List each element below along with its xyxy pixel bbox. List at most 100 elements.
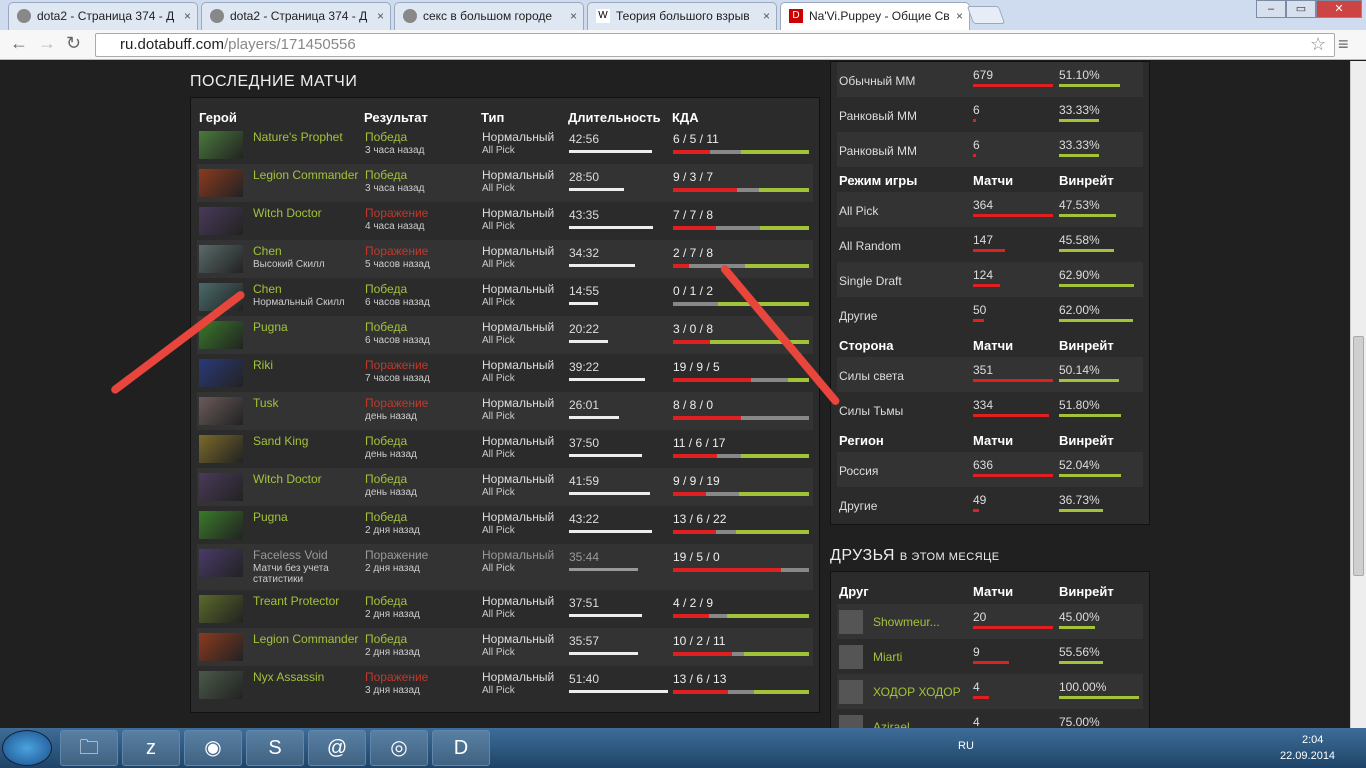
- friend-row[interactable]: Azirael 4 75.00%: [837, 709, 1143, 728]
- hero-portrait-icon[interactable]: [199, 671, 243, 699]
- bookmark-star-icon[interactable]: ☆: [1310, 34, 1326, 55]
- hero-name[interactable]: Treant Protector: [253, 594, 339, 608]
- hero-portrait-icon[interactable]: [199, 207, 243, 235]
- friend-avatar[interactable]: [839, 680, 863, 704]
- hero-name[interactable]: Witch Doctor: [253, 206, 322, 220]
- hero-name[interactable]: Legion Commander: [253, 168, 358, 182]
- skype-icon[interactable]: S: [246, 730, 304, 766]
- hero-portrait-icon[interactable]: [199, 131, 243, 159]
- table-row[interactable]: Faceless Void Матчи без учета статистики П…: [197, 544, 813, 590]
- match-result[interactable]: Поражение: [365, 358, 428, 372]
- clock-time[interactable]: 2:04: [1302, 734, 1323, 746]
- friend-row[interactable]: Miarti 9 55.56%: [837, 639, 1143, 674]
- lang-indicator[interactable]: RU: [958, 740, 974, 752]
- match-result[interactable]: Победа: [365, 510, 407, 524]
- hero-name[interactable]: Tusk: [253, 396, 279, 410]
- hero-name[interactable]: Pugna: [253, 510, 288, 524]
- friend-avatar[interactable]: [839, 610, 863, 634]
- match-result[interactable]: Поражение: [365, 670, 428, 684]
- back-icon[interactable]: ←: [10, 33, 28, 54]
- table-row[interactable]: Chen Нормальный Скилл Победа 6 часов назад Н…: [197, 278, 813, 316]
- hero-portrait-icon[interactable]: [199, 435, 243, 463]
- table-row[interactable]: Chen Высокий Скилл Поражение 5 часов назад Н…: [197, 240, 813, 278]
- table-row[interactable]: Tusk Поражение день назад Нормальный All Pic…: [197, 392, 813, 430]
- explorer-icon[interactable]: 🗀: [60, 730, 118, 766]
- hero-portrait-icon[interactable]: [199, 473, 243, 501]
- match-result[interactable]: Поражение: [365, 206, 428, 220]
- match-result[interactable]: Победа: [365, 282, 407, 296]
- table-row[interactable]: Witch Doctor Поражение 4 часа назад Нормаль…: [197, 202, 813, 240]
- match-result[interactable]: Победа: [365, 130, 407, 144]
- menu-icon[interactable]: ≡: [1338, 34, 1349, 55]
- hero-name[interactable]: Pugna: [253, 320, 288, 334]
- steam-icon[interactable]: ◉: [184, 730, 242, 766]
- table-row[interactable]: Nature's Prophet Победа 3 часа назад Нормал…: [197, 126, 813, 164]
- hero-name[interactable]: Sand King: [253, 434, 308, 448]
- scrollbar[interactable]: [1350, 61, 1366, 728]
- table-row[interactable]: Pugna Победа 2 дня назад Нормальный All Pick…: [197, 506, 813, 544]
- match-result[interactable]: Поражение: [365, 244, 428, 258]
- hero-name[interactable]: Riki: [253, 358, 273, 372]
- friend-name[interactable]: Azirael: [873, 720, 910, 728]
- dota2-icon[interactable]: D: [432, 730, 490, 766]
- hero-name[interactable]: Legion Commander: [253, 632, 358, 646]
- match-result[interactable]: Победа: [365, 472, 407, 486]
- reload-icon[interactable]: ↻: [66, 33, 81, 54]
- hero-portrait-icon[interactable]: [199, 245, 243, 273]
- hero-name[interactable]: Chen: [253, 282, 282, 296]
- start-button[interactable]: [2, 730, 52, 766]
- z-app-icon[interactable]: z: [122, 730, 180, 766]
- friend-row[interactable]: ХОДОР ХОДОР 4 100.00%: [837, 674, 1143, 709]
- tab-close-icon[interactable]: ×: [377, 9, 384, 23]
- forward-icon[interactable]: →: [38, 33, 56, 54]
- table-row[interactable]: Nyx Assassin Поражение 3 дня назад Нормальн…: [197, 666, 813, 704]
- table-row[interactable]: Witch Doctor Победа день назад Нормальный Al…: [197, 468, 813, 506]
- mail-agent-icon[interactable]: @: [308, 730, 366, 766]
- clock-date[interactable]: 22.09.2014: [1280, 750, 1335, 762]
- browser-tab[interactable]: dota2 - Страница 374 - Д ×: [8, 2, 198, 30]
- friend-avatar[interactable]: [839, 715, 863, 728]
- scroll-thumb[interactable]: [1353, 336, 1364, 576]
- hero-portrait-icon[interactable]: [199, 595, 243, 623]
- friend-name[interactable]: Miarti: [873, 650, 902, 664]
- match-result[interactable]: Поражение: [365, 548, 428, 562]
- match-result[interactable]: Победа: [365, 434, 407, 448]
- tab-close-icon[interactable]: ×: [763, 9, 770, 23]
- tab-close-icon[interactable]: ×: [184, 9, 191, 23]
- url-input[interactable]: ru.dotabuff.com/players/171450556: [95, 33, 1335, 57]
- table-row[interactable]: Treant Protector Победа 2 дня назад Нормаль…: [197, 590, 813, 628]
- tab-close-icon[interactable]: ×: [570, 9, 577, 23]
- table-row[interactable]: Riki Поражение 7 часов назад Нормальный All …: [197, 354, 813, 392]
- table-row[interactable]: Pugna Победа 6 часов назад Нормальный All Pi…: [197, 316, 813, 354]
- hero-portrait-icon[interactable]: [199, 633, 243, 661]
- match-result[interactable]: Поражение: [365, 396, 428, 410]
- match-result[interactable]: Победа: [365, 594, 407, 608]
- hero-name[interactable]: Faceless Void: [253, 548, 328, 562]
- browser-tab[interactable]: W Теория большого взрыв ×: [587, 2, 777, 30]
- new-tab-button[interactable]: [966, 6, 1006, 24]
- chrome-icon[interactable]: ◎: [370, 730, 428, 766]
- match-result[interactable]: Победа: [365, 168, 407, 182]
- browser-tab[interactable]: D Na'Vi.Puppey - Общие Св ×: [780, 2, 970, 32]
- minimize-button[interactable]: –: [1256, 0, 1286, 18]
- hero-name[interactable]: Nature's Prophet: [253, 130, 343, 144]
- friend-avatar[interactable]: [839, 645, 863, 669]
- maximize-button[interactable]: ▭: [1286, 0, 1316, 18]
- hero-portrait-icon[interactable]: [199, 511, 243, 539]
- hero-portrait-icon[interactable]: [199, 397, 243, 425]
- close-window-button[interactable]: ✕: [1316, 0, 1362, 18]
- hero-name[interactable]: Nyx Assassin: [253, 670, 324, 684]
- tab-close-icon[interactable]: ×: [956, 9, 963, 23]
- table-row[interactable]: Legion Commander Победа 2 дня назад Нормаль…: [197, 628, 813, 666]
- hero-portrait-icon[interactable]: [199, 169, 243, 197]
- match-result[interactable]: Победа: [365, 632, 407, 646]
- hero-portrait-icon[interactable]: [199, 549, 243, 577]
- hero-name[interactable]: Chen: [253, 244, 282, 258]
- hero-portrait-icon[interactable]: [199, 359, 243, 387]
- match-result[interactable]: Победа: [365, 320, 407, 334]
- browser-tab[interactable]: dota2 - Страница 374 - Д ×: [201, 2, 391, 30]
- friend-row[interactable]: Showmeur... 20 45.00%: [837, 604, 1143, 639]
- hero-name[interactable]: Witch Doctor: [253, 472, 322, 486]
- browser-tab[interactable]: секс в большом городе ×: [394, 2, 584, 30]
- table-row[interactable]: Legion Commander Победа 3 часа назад Нормал…: [197, 164, 813, 202]
